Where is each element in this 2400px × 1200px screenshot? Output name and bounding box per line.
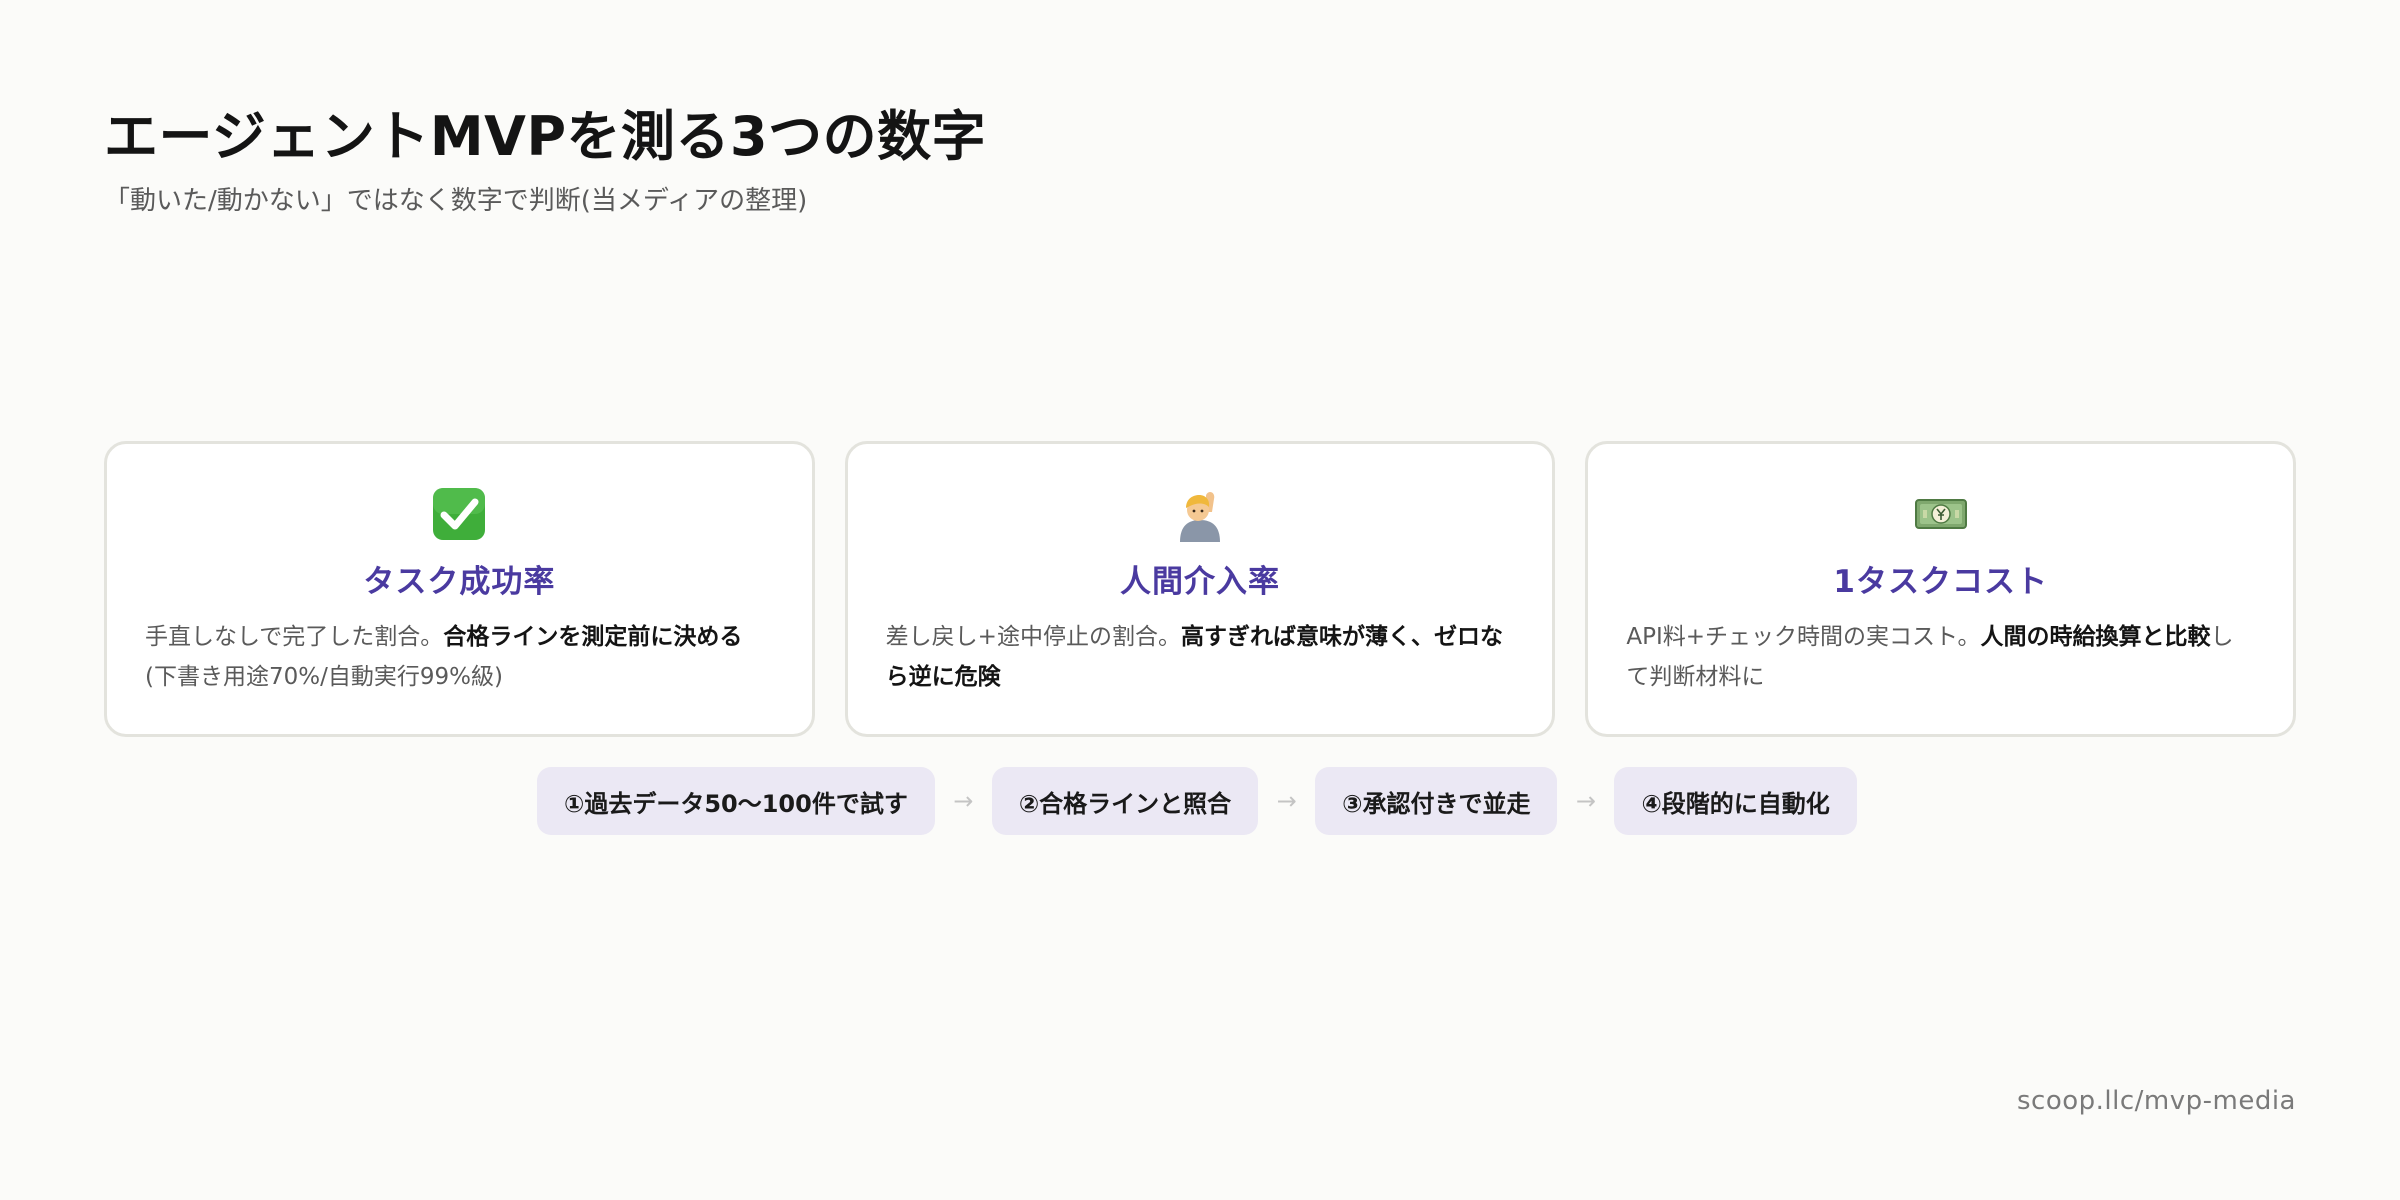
metric-card-intervention-rate: 人間介入率 差し戻し+途中停止の割合。高すぎれば意味が薄く、ゼロなら逆に危険 — [844, 441, 1556, 737]
card-description: API料+チェック時間の実コスト。人間の時給換算と比較して判断材料に — [1626, 624, 2234, 690]
arrow-right-icon: → — [1575, 787, 1597, 815]
metric-card-task-cost: 1タスクコスト API料+チェック時間の実コスト。人間の時給換算と比較して判断材… — [1585, 441, 2297, 737]
metric-card-success-rate: タスク成功率 手直しなしで完了した割合。合格ラインを測定前に決める(下書き用途7… — [104, 441, 815, 737]
card-description: 手直しなしで完了した割合。合格ラインを測定前に決める(下書き用途70%/自動実行… — [145, 624, 743, 690]
money-bill-icon — [1913, 486, 1969, 542]
page-subtitle: 「動いた/動かない」ではなく数字で判断(当メディアの整理) — [104, 186, 808, 216]
step-pill-3: ③承認付きで並走 — [1315, 767, 1558, 835]
check-mark-icon — [431, 486, 487, 542]
slide: エージェントMVPを測る3つの数字 「動いた/動かない」ではなく数字で判断(当メ… — [0, 0, 2400, 1200]
step-pill-4: ④段階的に自動化 — [1614, 767, 1857, 835]
footer-url: scoop.llc/mvp-media — [2016, 1086, 2296, 1116]
card-description: 差し戻し+途中停止の割合。高すぎれば意味が薄く、ゼロなら逆に危険 — [885, 624, 1503, 690]
arrow-right-icon: → — [1276, 787, 1297, 815]
arrow-right-icon: → — [953, 787, 974, 815]
card-title: 1タスクコスト — [1833, 564, 2048, 600]
metric-cards: タスク成功率 手直しなしで完了した割合。合格ラインを測定前に決める(下書き用途7… — [104, 441, 2297, 737]
process-steps: ①過去データ50〜100件で試す → ②合格ラインと照合 → ③承認付きで並走 … — [537, 767, 1857, 835]
step-pill-2: ②合格ラインと照合 — [991, 767, 1259, 835]
card-title: タスク成功率 — [363, 564, 556, 600]
step-pill-1: ①過去データ50〜100件で試す — [537, 767, 935, 835]
page-title: エージェントMVPを測る3つの数字 — [104, 105, 987, 168]
card-title: 人間介入率 — [1120, 564, 1280, 600]
raising-hand-person-icon — [1172, 486, 1228, 542]
